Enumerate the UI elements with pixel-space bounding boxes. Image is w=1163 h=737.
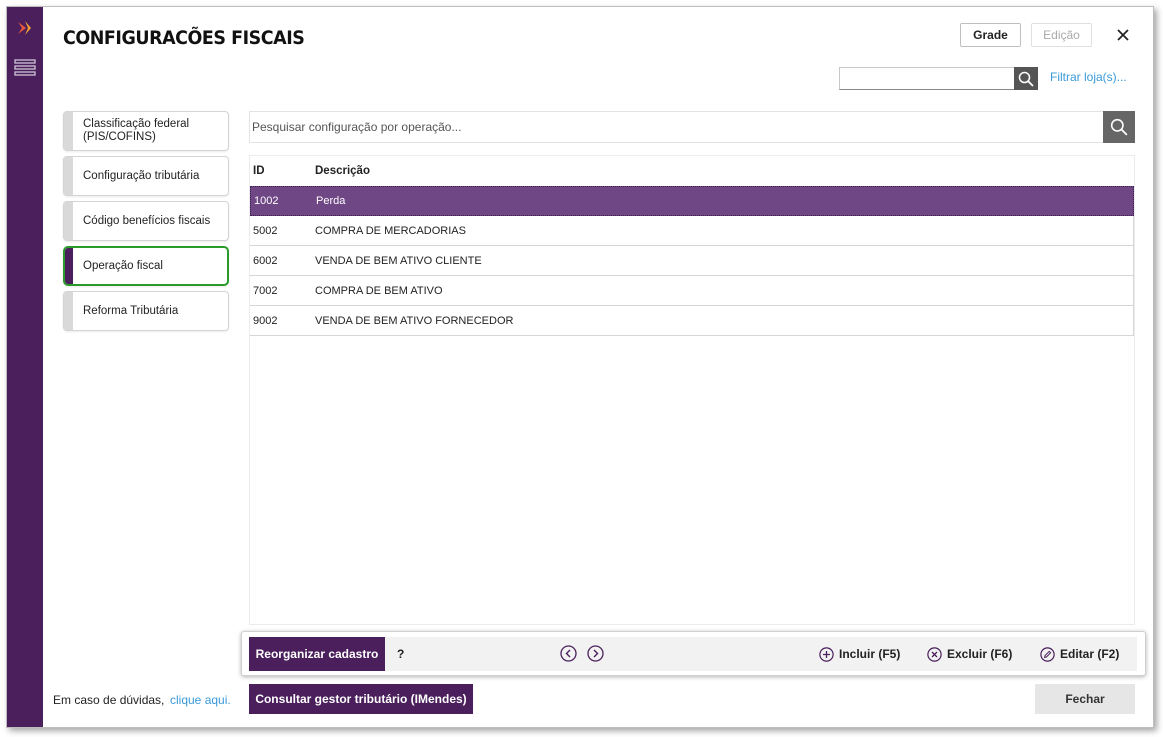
pencil-circle-icon — [1040, 646, 1055, 662]
nav-item-configuracao-tributaria[interactable]: Configuração tributária — [63, 156, 229, 196]
fiscal-config-window: CONFIGURACÕES FISCAIS Grade Edição Filtr… — [6, 6, 1154, 728]
delete-button[interactable]: Excluir (F6) — [927, 637, 1012, 671]
search-icon — [1018, 71, 1034, 87]
store-filter-input[interactable] — [839, 67, 1015, 90]
close-footer-button[interactable]: Fechar — [1035, 684, 1135, 714]
search-placeholder: Pesquisar configuração por operação... — [252, 120, 462, 134]
previous-icon[interactable] — [560, 645, 577, 662]
operation-search-button[interactable] — [1103, 111, 1135, 143]
nav-item-operacao-fiscal[interactable]: Operação fiscal — [63, 246, 229, 286]
cell-descricao: COMPRA DE BEM ATIVO — [315, 284, 443, 297]
cell-descricao: Perda — [316, 195, 346, 207]
page-title: CONFIGURACÕES FISCAIS — [63, 27, 305, 49]
store-search-button[interactable] — [1014, 67, 1038, 90]
action-bar: Reorganizar cadastro ? Incluir (F5) Excl… — [241, 631, 1146, 676]
next-icon[interactable] — [587, 645, 604, 662]
hamburger-menu-icon[interactable] — [14, 59, 36, 77]
nav-item-codigo-beneficios-fiscais[interactable]: Código benefícios fiscais — [63, 201, 229, 241]
table-row[interactable]: 1002 Perda — [250, 186, 1134, 216]
app-logo-icon — [18, 21, 31, 35]
table-row[interactable]: 5002 COMPRA DE MERCADORIAS — [250, 216, 1134, 246]
cell-id: 9002 — [253, 314, 278, 327]
nav-item-label: Configuração tributária — [83, 169, 200, 182]
plus-circle-icon — [819, 646, 834, 662]
help-question-button[interactable]: ? — [397, 647, 404, 661]
config-nav: Classificação federal (PIS/COFINS) Confi… — [63, 111, 229, 336]
close-button[interactable] — [1111, 23, 1135, 47]
column-header-descricao[interactable]: Descrição — [315, 165, 1134, 177]
side-rail — [7, 7, 43, 727]
help-text: Em caso de dúvidas, — [53, 693, 165, 707]
nav-item-label: Código benefícios fiscais — [83, 214, 211, 227]
action-bar-inner: Reorganizar cadastro ? Incluir (F5) Excl… — [249, 637, 1137, 671]
cell-id: 5002 — [253, 224, 278, 237]
table-row[interactable]: 7002 COMPRA DE BEM ATIVO — [250, 276, 1134, 306]
edicao-button[interactable]: Edição — [1031, 23, 1092, 47]
cell-id: 1002 — [254, 195, 279, 207]
table-header: ID Descrição — [250, 156, 1134, 186]
grade-button[interactable]: Grade — [960, 23, 1021, 47]
table-row[interactable]: 6002 VENDA DE BEM ATIVO CLIENTE — [250, 246, 1134, 276]
nav-item-label: Classificação federal (PIS/COFINS) — [83, 118, 190, 143]
cell-descricao: COMPRA DE MERCADORIAS — [315, 224, 466, 237]
include-label: Incluir (F5) — [839, 647, 901, 661]
operation-search-input[interactable]: Pesquisar configuração por operação... — [249, 111, 1105, 143]
search-icon — [1110, 118, 1128, 136]
table-row[interactable]: 9002 VENDA DE BEM ATIVO FORNECEDOR — [250, 306, 1134, 336]
help-link[interactable]: clique aqui. — [170, 693, 231, 707]
filter-stores-link[interactable]: Filtrar loja(s)... — [1050, 70, 1127, 84]
cell-descricao: VENDA DE BEM ATIVO FORNECEDOR — [315, 314, 514, 327]
cell-id: 7002 — [253, 284, 278, 297]
cell-id: 6002 — [253, 254, 278, 267]
nav-item-classificacao-federal[interactable]: Classificação federal (PIS/COFINS) — [63, 111, 229, 151]
nav-item-label: Reforma Tributária — [83, 304, 179, 317]
reorganize-button[interactable]: Reorganizar cadastro — [249, 637, 385, 671]
x-circle-icon — [927, 646, 942, 662]
imendes-consult-button[interactable]: Consultar gestor tributário (IMendes) — [249, 684, 473, 714]
nav-item-label: Operação fiscal — [83, 259, 163, 272]
nav-item-reforma-tributaria[interactable]: Reforma Tributária — [63, 291, 229, 331]
operations-table: ID Descrição 1002 Perda 5002 COMPRA DE M… — [249, 155, 1135, 625]
delete-label: Excluir (F6) — [947, 647, 1013, 661]
column-header-id[interactable]: ID — [250, 165, 315, 177]
include-button[interactable]: Incluir (F5) — [819, 637, 900, 671]
edit-button[interactable]: Editar (F2) — [1040, 637, 1119, 671]
edit-label: Editar (F2) — [1060, 647, 1120, 661]
cell-descricao: VENDA DE BEM ATIVO CLIENTE — [315, 254, 482, 267]
close-icon — [1117, 29, 1129, 41]
